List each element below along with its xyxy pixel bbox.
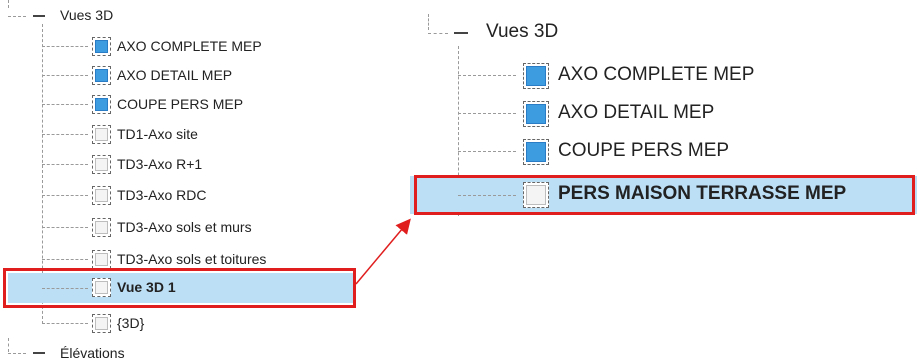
white-3d-view-icon: [92, 218, 111, 237]
tree-item-label: {3D}: [117, 315, 145, 331]
tree-item[interactable]: TD3-Axo R+1: [0, 152, 360, 176]
tree-item-label: COUPE PERS MEP: [558, 140, 730, 161]
tree-item-label: AXO DETAIL MEP: [558, 102, 715, 123]
tree-group-elevations[interactable]: Élévations: [0, 343, 360, 363]
tree-item[interactable]: TD1-Axo site: [0, 122, 360, 146]
tree-group-vues-3d[interactable]: Vues 3D: [410, 20, 917, 46]
tree-item-label: TD3-Axo sols et murs: [117, 219, 252, 235]
tree-item[interactable]: AXO DETAIL MEP: [410, 98, 917, 130]
white-3d-view-icon: [92, 314, 111, 333]
collapse-icon[interactable]: [454, 32, 468, 34]
tree-group-vues-3d[interactable]: Vues 3D: [0, 6, 360, 26]
white-3d-view-icon: [523, 182, 549, 208]
white-3d-view-icon: [92, 250, 111, 269]
blue-3d-view-icon: [523, 101, 549, 127]
tree-item-label: TD1-Axo site: [117, 126, 198, 142]
tree-item[interactable]: AXO COMPLETE MEP: [0, 34, 360, 58]
blue-3d-view-icon: [92, 37, 111, 56]
tree-item-selected[interactable]: PERS MAISON TERRASSE MEP: [410, 176, 917, 214]
tree-item-label: COUPE PERS MEP: [117, 96, 244, 112]
tree-item-label: AXO DETAIL MEP: [117, 67, 233, 83]
tree-item[interactable]: COUPE PERS MEP: [0, 92, 360, 116]
white-3d-view-icon: [92, 186, 111, 205]
tree-item-label: AXO COMPLETE MEP: [117, 38, 262, 54]
white-3d-view-icon: [92, 278, 111, 297]
tree-item[interactable]: TD3-Axo sols et murs: [0, 215, 360, 239]
tree-item-label: TD3-Axo sols et toitures: [117, 251, 267, 267]
tree-item-label: Vue 3D 1: [117, 279, 176, 295]
collapse-icon[interactable]: [33, 15, 45, 17]
tree-item[interactable]: {3D}: [0, 311, 360, 335]
collapse-icon[interactable]: [33, 352, 45, 354]
tree-item-label: PERS MAISON TERRASSE MEP: [558, 183, 847, 204]
blue-3d-view-icon: [92, 66, 111, 85]
tree-group-label: Élévations: [60, 345, 125, 361]
tree-item-selected[interactable]: Vue 3D 1: [8, 273, 356, 303]
white-3d-view-icon: [92, 125, 111, 144]
zoomed-project-browser: Vues 3D AXO COMPLETE MEP AXO DETAIL MEP …: [410, 0, 917, 225]
left-project-browser: Vues 3D AXO COMPLETE MEP AXO DETAIL MEP …: [0, 0, 360, 364]
tree-item[interactable]: AXO DETAIL MEP: [0, 63, 360, 87]
tree-item-label: TD3-Axo R+1: [117, 156, 203, 172]
tree-item[interactable]: COUPE PERS MEP: [410, 136, 917, 168]
blue-3d-view-icon: [523, 139, 549, 165]
blue-3d-view-icon: [523, 63, 549, 89]
tree-item[interactable]: TD3-Axo sols et toitures: [0, 247, 360, 271]
white-3d-view-icon: [92, 155, 111, 174]
tree-group-label: Vues 3D: [486, 21, 559, 42]
tree-group-label: Vues 3D: [60, 7, 114, 23]
tree-item-label: AXO COMPLETE MEP: [558, 64, 755, 85]
tree-item[interactable]: AXO COMPLETE MEP: [410, 60, 917, 92]
blue-3d-view-icon: [92, 95, 111, 114]
tree-item[interactable]: TD3-Axo RDC: [0, 183, 360, 207]
tree-item-label: TD3-Axo RDC: [117, 187, 207, 203]
